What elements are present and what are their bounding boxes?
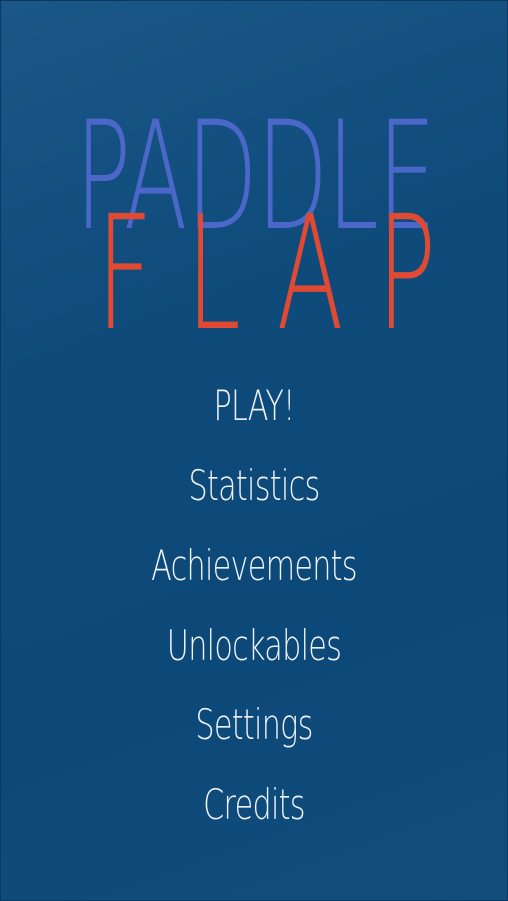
- play-button[interactable]: PLAY!: [71, 370, 437, 440]
- credits-button[interactable]: Credits: [71, 769, 437, 839]
- title-line-2: FLAP: [96, 183, 469, 360]
- statistics-button[interactable]: Statistics: [71, 450, 437, 520]
- achievements-button[interactable]: Achievements: [71, 530, 437, 600]
- unlockables-button[interactable]: Unlockables: [71, 610, 437, 680]
- settings-button[interactable]: Settings: [71, 689, 437, 759]
- game-logo: PADDLE FLAP: [0, 0, 508, 360]
- game-logo-svg: PADDLE FLAP: [75, 90, 469, 360]
